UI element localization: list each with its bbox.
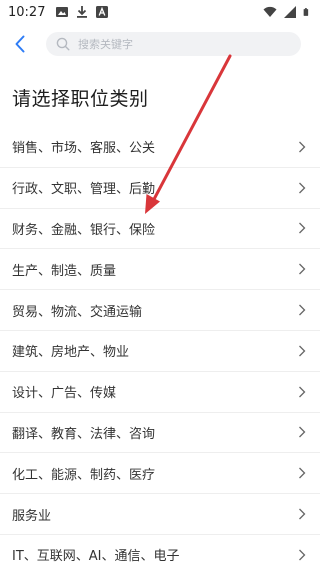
chevron-right-icon (299, 141, 306, 153)
list-item[interactable]: 建筑、房地产、物业 (0, 331, 320, 372)
font-icon (96, 6, 109, 18)
category-list: 销售、市场、客服、公关 行政、文职、管理、后勤 财务、金融、银行、保险 生产、制造、质… (0, 127, 320, 568)
chevron-right-icon (299, 223, 306, 234)
chevron-right-icon (299, 182, 306, 194)
chevron-right-icon (299, 386, 306, 398)
chevron-right-icon (299, 304, 306, 316)
search-bar[interactable] (46, 32, 301, 56)
search-header (0, 24, 320, 66)
category-label: 财务、金融、银行、保险 (12, 222, 156, 238)
signal-icon (284, 6, 296, 18)
status-bar: 10:27 (0, 0, 320, 24)
image-icon (56, 7, 69, 17)
status-system-icons (263, 5, 312, 19)
back-button[interactable] (6, 30, 34, 58)
search-icon (56, 37, 70, 51)
list-item[interactable]: 翻译、教育、法律、咨询 (0, 413, 320, 454)
chevron-right-icon (299, 467, 306, 479)
page-title: 请选择职位类别 (12, 88, 149, 110)
chevron-right-icon (299, 549, 306, 561)
category-label: 设计、广告、传媒 (12, 386, 117, 402)
list-item[interactable]: 财务、金融、银行、保险 (0, 209, 320, 250)
category-label: 生产、制造、质量 (12, 263, 117, 279)
category-label: IT、互联网、AI、通信、电子 (12, 549, 180, 565)
search-input[interactable] (78, 37, 278, 51)
list-item[interactable]: 设计、广告、传媒 (0, 372, 320, 413)
category-label: 贸易、物流、交通运输 (12, 304, 143, 320)
chevron-right-icon (299, 508, 306, 520)
chevron-right-icon (299, 263, 306, 275)
chevron-left-icon (15, 35, 25, 53)
category-label: 行政、文职、管理、后勤 (12, 182, 156, 198)
chevron-right-icon (299, 427, 306, 438)
category-label: 翻译、教育、法律、咨询 (12, 426, 156, 442)
list-item[interactable]: IT、互联网、AI、通信、电子 (0, 535, 320, 568)
category-label: 建筑、房地产、物业 (12, 345, 130, 361)
wifi-icon (263, 6, 277, 17)
status-time: 10:27 (8, 4, 46, 20)
category-label: 化工、能源、制药、医疗 (12, 467, 156, 483)
chevron-right-icon (299, 345, 306, 357)
battery-icon (303, 8, 309, 16)
list-item[interactable]: 贸易、物流、交通运输 (0, 290, 320, 331)
list-item[interactable]: 化工、能源、制药、医疗 (0, 453, 320, 495)
category-label: 销售、市场、客服、公关 (12, 141, 156, 157)
list-item[interactable]: 生产、制造、质量 (0, 249, 320, 291)
list-item[interactable]: 行政、文职、管理、后勤 (0, 168, 320, 209)
download-icon (77, 6, 88, 18)
status-notification-icons (55, 5, 109, 19)
list-item[interactable]: 服务业 (0, 494, 320, 535)
list-item[interactable]: 销售、市场、客服、公关 (0, 127, 320, 168)
category-label: 服务业 (12, 508, 52, 524)
